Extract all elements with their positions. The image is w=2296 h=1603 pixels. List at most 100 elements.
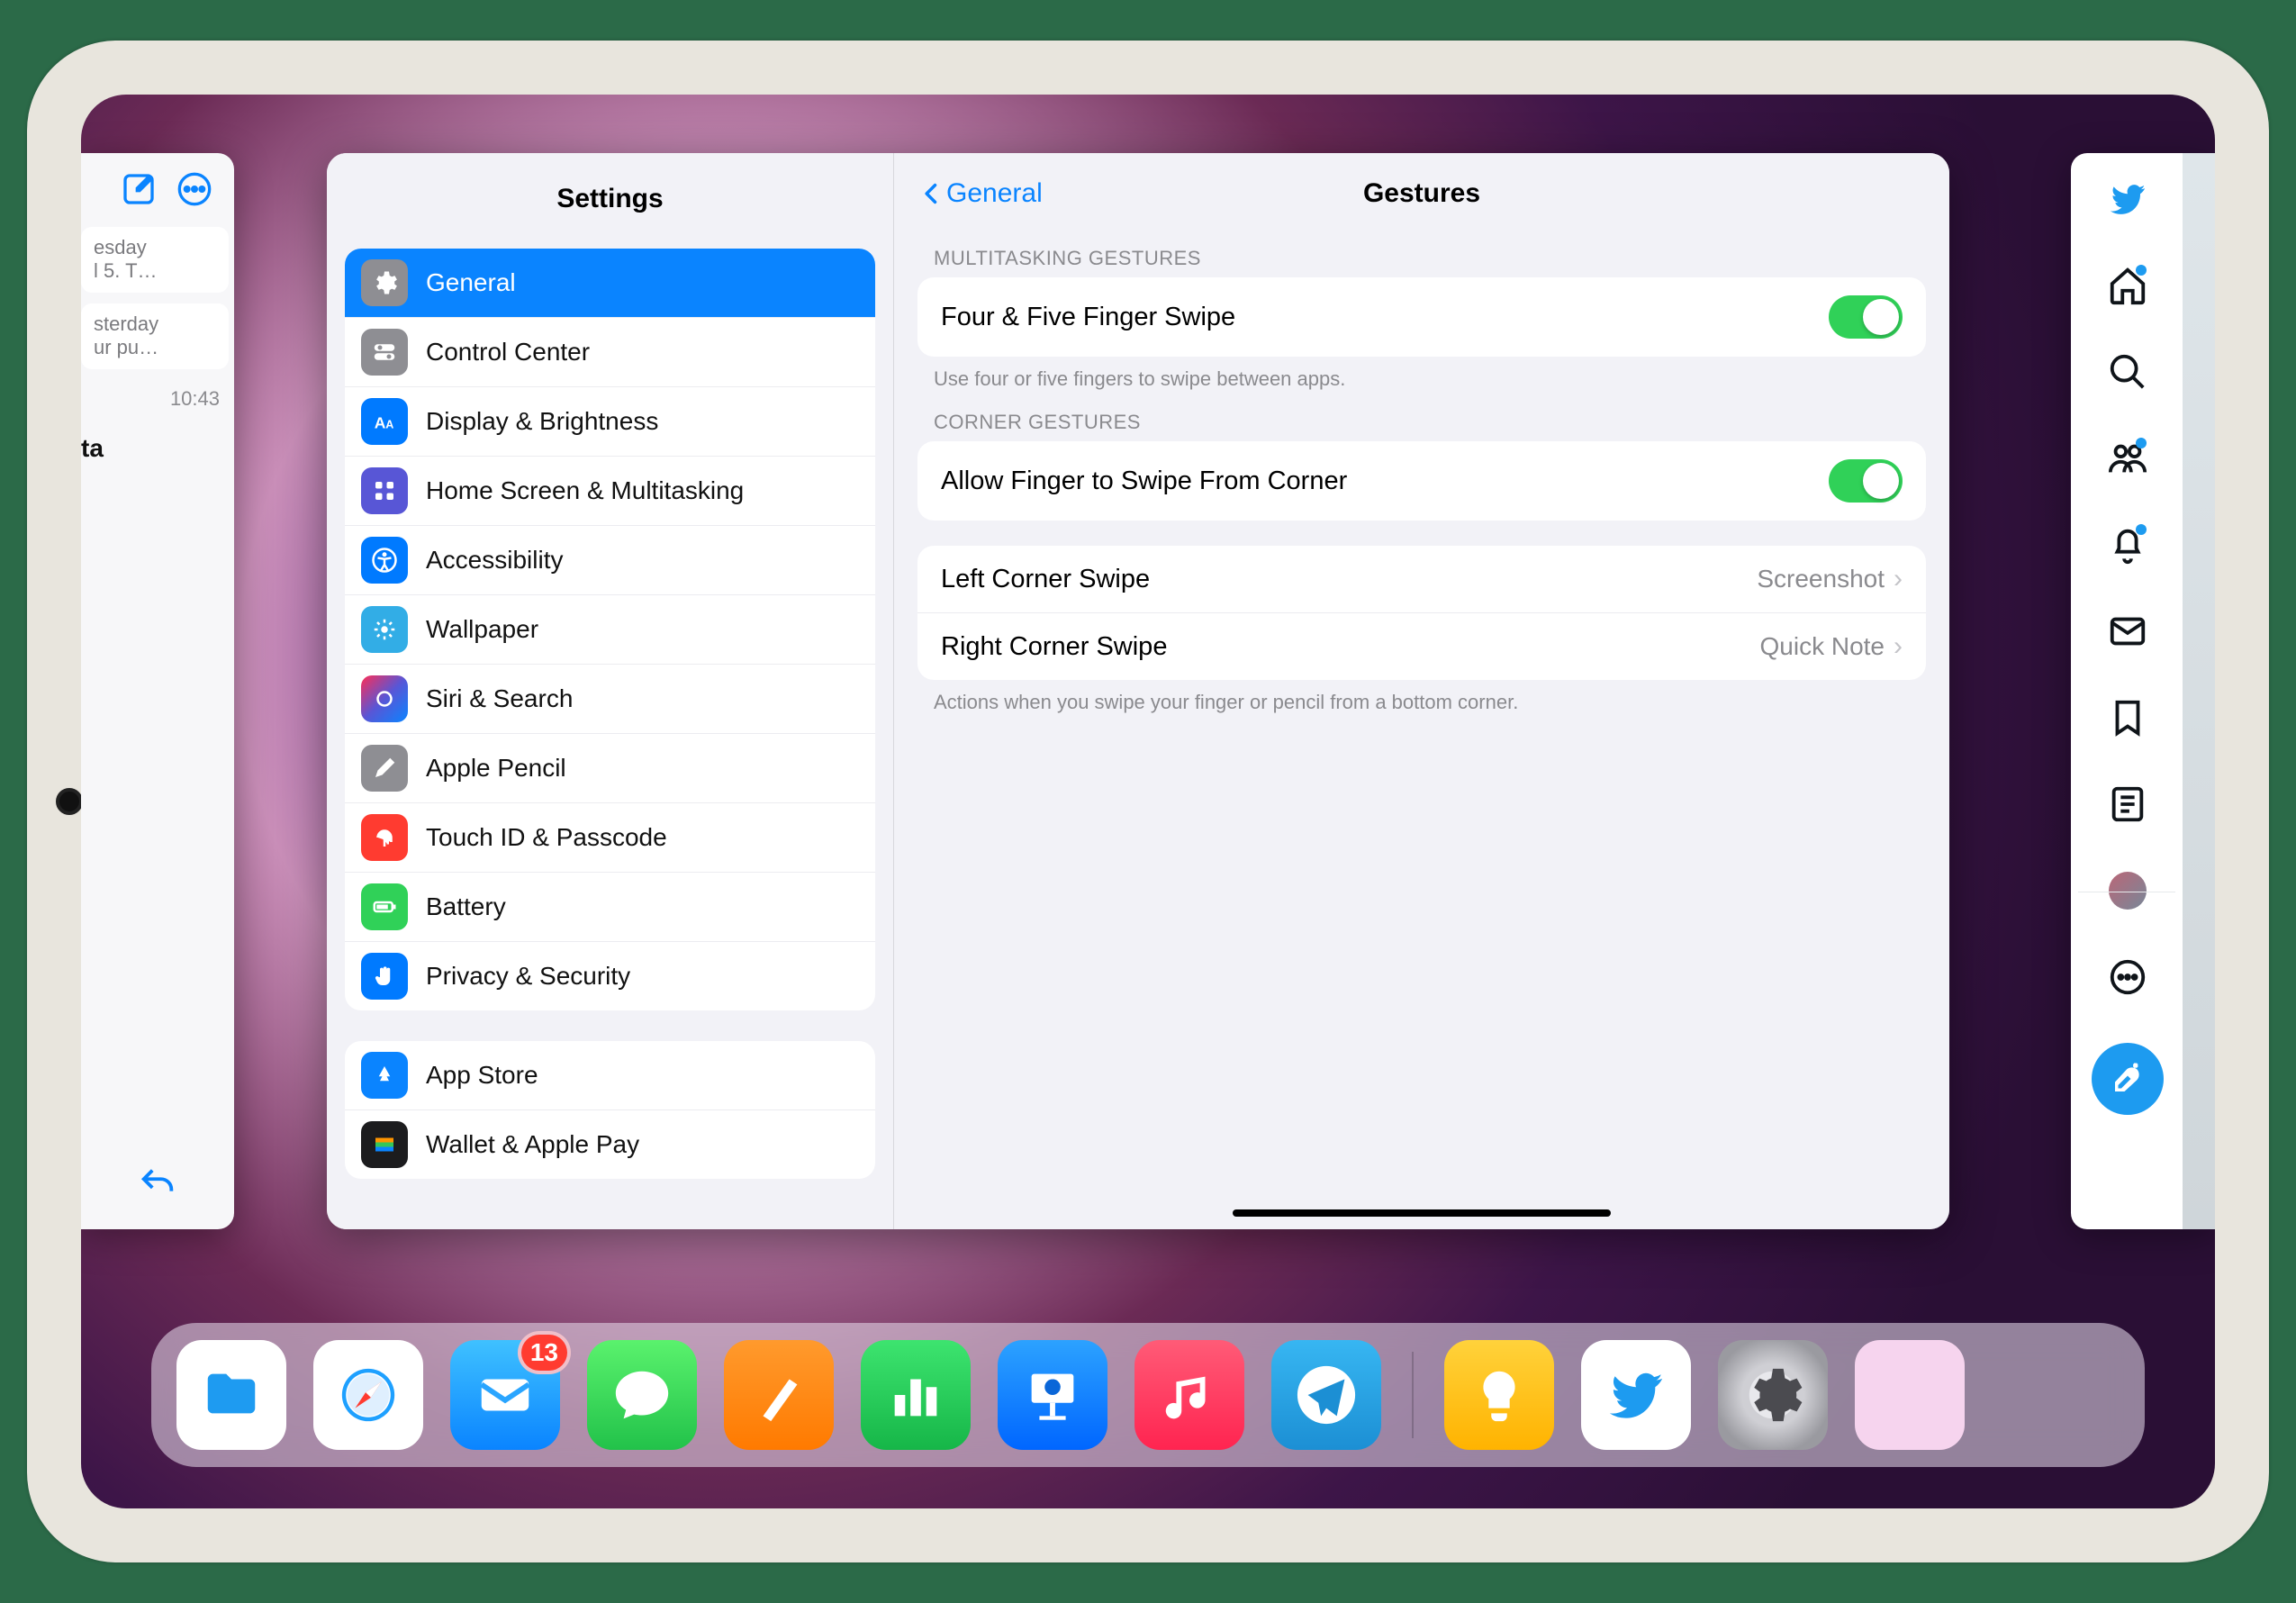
sidebar-item-display[interactable]: AA Display & Brightness xyxy=(345,387,875,457)
row-four-five-swipe[interactable]: Four & Five Finger Swipe xyxy=(917,277,1926,357)
row-value: Quick Note xyxy=(1760,632,1885,661)
content-peek xyxy=(2183,153,2215,1229)
switcher-card-settings[interactable]: Settings General Control Center AA Di xyxy=(327,153,1949,1229)
mail-snippet-1[interactable]: esday l 5. T… xyxy=(81,227,229,293)
compose-tweet-button[interactable] xyxy=(2092,1043,2164,1115)
row-label: Left Corner Swipe xyxy=(941,565,1150,594)
dock-app-twitter[interactable] xyxy=(1581,1340,1691,1450)
settings-detail: General Gestures MULTITASKING GESTURES F… xyxy=(894,153,1949,1229)
sidebar-item-siri[interactable]: Siri & Search xyxy=(345,665,875,734)
more-icon[interactable] xyxy=(2107,956,2148,998)
sidebar-item-apple-pencil[interactable]: Apple Pencil xyxy=(345,734,875,803)
dock-app-telegram[interactable] xyxy=(1271,1340,1381,1450)
row-right-corner[interactable]: Right Corner Swipe Quick Note› xyxy=(917,613,1926,680)
row-allow-corner-swipe[interactable]: Allow Finger to Swipe From Corner xyxy=(917,441,1926,521)
settings-group-1: General Control Center AA Display & Brig… xyxy=(345,249,875,1010)
dock-app-tips[interactable] xyxy=(1444,1340,1554,1450)
footer-corner: Actions when you swipe your finger or pe… xyxy=(894,680,1949,714)
twitter-logo-icon[interactable] xyxy=(2107,178,2148,220)
sidebar-item-general[interactable]: General xyxy=(345,249,875,318)
snippet-text: sterday xyxy=(94,312,216,336)
mail-time: 10:43 xyxy=(81,380,234,418)
toggle-four-five-swipe[interactable] xyxy=(1829,295,1903,339)
toggles-icon xyxy=(361,329,408,376)
back-button[interactable]: General xyxy=(919,178,1043,209)
dock-recent-folder[interactable] xyxy=(1855,1340,1965,1450)
sidebar-item-label: Wallet & Apple Pay xyxy=(426,1130,639,1159)
dock-app-files[interactable] xyxy=(176,1340,286,1450)
compose-icon[interactable] xyxy=(121,171,157,207)
dock-app-safari[interactable] xyxy=(313,1340,423,1450)
grid-icon xyxy=(361,467,408,514)
dock-app-pages[interactable] xyxy=(724,1340,834,1450)
dock-app-music[interactable] xyxy=(1134,1340,1244,1450)
back-label: General xyxy=(946,178,1043,209)
sidebar-item-home-screen[interactable]: Home Screen & Multitasking xyxy=(345,457,875,526)
settings-group-2: App Store Wallet & Apple Pay xyxy=(345,1041,875,1179)
settings-title: Settings xyxy=(327,153,893,238)
list-multitasking: Four & Five Finger Swipe xyxy=(917,277,1926,357)
search-icon[interactable] xyxy=(2107,351,2148,393)
lists-icon[interactable] xyxy=(2107,783,2148,825)
chevron-right-icon: › xyxy=(1894,631,1903,662)
list-corner-actions: Left Corner Swipe Screenshot› Right Corn… xyxy=(917,546,1926,680)
screen: esday l 5. T… sterday ur pu… 10:43 ta Se… xyxy=(81,95,2215,1508)
svg-text:A: A xyxy=(385,419,393,431)
accessibility-icon xyxy=(361,537,408,584)
sidebar-item-label: General xyxy=(426,268,516,297)
dock-app-keynote[interactable] xyxy=(998,1340,1107,1450)
dock: 13 xyxy=(151,1323,2145,1467)
battery-icon xyxy=(361,883,408,930)
section-header-corner: CORNER GESTURES xyxy=(894,391,1949,441)
toggle-allow-corner[interactable] xyxy=(1829,459,1903,503)
mail-snippet-2[interactable]: sterday ur pu… xyxy=(81,303,229,369)
dock-app-mail[interactable]: 13 xyxy=(450,1340,560,1450)
svg-text:A: A xyxy=(375,414,386,432)
sidebar-item-label: Touch ID & Passcode xyxy=(426,823,667,852)
communities-icon[interactable] xyxy=(2107,438,2148,479)
profile-avatar[interactable] xyxy=(2107,870,2148,911)
sidebar-item-accessibility[interactable]: Accessibility xyxy=(345,526,875,595)
sidebar-item-battery[interactable]: Battery xyxy=(345,873,875,942)
home-indicator[interactable] xyxy=(1233,1209,1611,1217)
sidebar-item-control-center[interactable]: Control Center xyxy=(345,318,875,387)
camera-lens xyxy=(56,788,83,815)
dock-app-messages[interactable] xyxy=(587,1340,697,1450)
dock-app-settings[interactable] xyxy=(1718,1340,1828,1450)
row-left-corner[interactable]: Left Corner Swipe Screenshot› xyxy=(917,546,1926,613)
siri-icon xyxy=(361,675,408,722)
sidebar-item-app-store[interactable]: App Store xyxy=(345,1041,875,1110)
settings-sidebar: Settings General Control Center AA Di xyxy=(327,153,894,1229)
fingerprint-icon xyxy=(361,814,408,861)
messages-icon[interactable] xyxy=(2107,611,2148,652)
section-header-multitasking: MULTITASKING GESTURES xyxy=(894,227,1949,277)
sidebar-item-privacy[interactable]: Privacy & Security xyxy=(345,942,875,1010)
hand-icon xyxy=(361,953,408,1000)
sidebar-item-wallet[interactable]: Wallet & Apple Pay xyxy=(345,1110,875,1179)
snippet-text: ur pu… xyxy=(94,336,216,359)
sidebar-item-label: Wallpaper xyxy=(426,615,538,644)
row-label: Four & Five Finger Swipe xyxy=(941,303,1235,332)
switcher-card-twitter[interactable] xyxy=(2071,153,2215,1229)
more-icon[interactable] xyxy=(176,171,212,207)
bookmarks-icon[interactable] xyxy=(2107,697,2148,738)
sidebar-item-wallpaper[interactable]: Wallpaper xyxy=(345,595,875,665)
home-icon[interactable] xyxy=(2107,265,2148,306)
sidebar-item-label: Home Screen & Multitasking xyxy=(426,476,744,505)
row-label: Allow Finger to Swipe From Corner xyxy=(941,466,1347,496)
sidebar-item-label: App Store xyxy=(426,1061,538,1090)
reply-icon[interactable] xyxy=(137,1164,178,1209)
sidebar-item-label: Accessibility xyxy=(426,546,563,575)
page-title: Gestures xyxy=(1363,178,1480,209)
sidebar-item-label: Battery xyxy=(426,892,506,921)
wallet-icon xyxy=(361,1121,408,1168)
sidebar-item-label: Apple Pencil xyxy=(426,754,566,783)
chevron-right-icon: › xyxy=(1894,564,1903,594)
footer-multitasking: Use four or five fingers to swipe betwee… xyxy=(894,357,1949,391)
sidebar-item-label: Display & Brightness xyxy=(426,407,658,436)
sidebar-item-touch-id[interactable]: Touch ID & Passcode xyxy=(345,803,875,873)
switcher-card-mail[interactable]: esday l 5. T… sterday ur pu… 10:43 ta xyxy=(81,153,234,1229)
ipad-frame: esday l 5. T… sterday ur pu… 10:43 ta Se… xyxy=(27,41,2269,1562)
dock-app-numbers[interactable] xyxy=(861,1340,971,1450)
notifications-icon[interactable] xyxy=(2107,524,2148,566)
